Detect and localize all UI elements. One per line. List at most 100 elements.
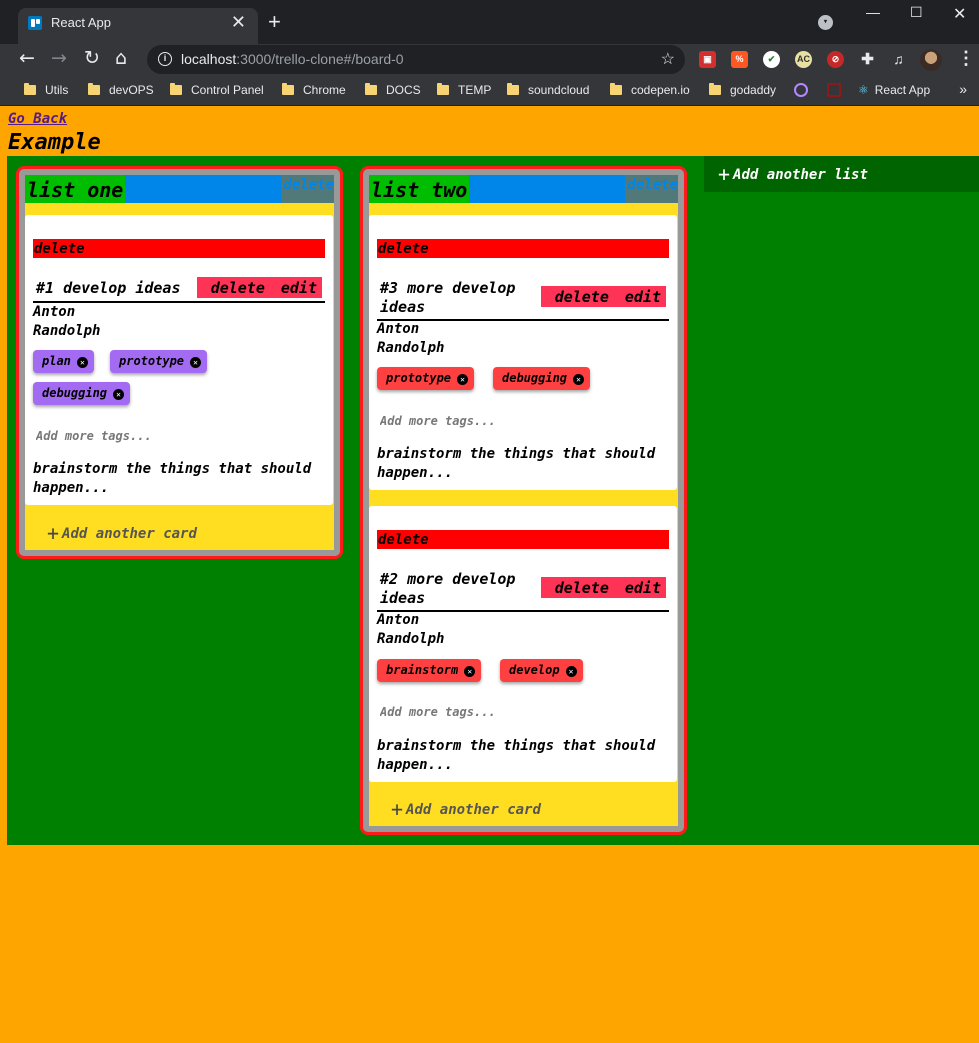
code-ext-icon[interactable]: %: [731, 51, 748, 68]
card-action-delete-button[interactable]: delete: [211, 279, 265, 297]
folder-icon: [365, 83, 377, 95]
card-title-line: ideas: [380, 589, 426, 607]
card-description-line: brainstorm the things that should: [377, 738, 656, 754]
reload-icon[interactable]: ↻: [84, 47, 100, 69]
shield-ext-icon[interactable]: ▣: [699, 51, 716, 68]
card-action-delete-button[interactable]: delete: [555, 288, 609, 306]
plus-icon: +: [47, 521, 60, 545]
list-title[interactable]: list one: [25, 175, 126, 203]
remove-tag-icon[interactable]: ✕: [565, 666, 577, 677]
bookmark-soundcloud[interactable]: soundcloud: [507, 83, 589, 97]
bookmark-godaddy[interactable]: godaddy: [709, 83, 776, 97]
folder-icon: [88, 83, 100, 95]
card-delete-button[interactable]: delete: [377, 239, 669, 258]
list-body: list two delete delete #3 more develop i…: [369, 175, 678, 826]
bookmark-docs[interactable]: DOCS: [365, 83, 421, 97]
bookmarks-bar: Utils devOPS Control Panel Chrome DOCS T…: [0, 76, 979, 106]
card-actions: delete edit: [540, 577, 666, 598]
bookmark-devops[interactable]: devOPS: [88, 83, 154, 97]
puzzle-icon[interactable]: ✚: [859, 51, 876, 68]
home-icon[interactable]: ⌂: [115, 47, 127, 69]
card-title-line: #2 more develop: [380, 570, 516, 588]
card-action-edit-button[interactable]: edit: [281, 279, 317, 297]
red-square-bookmark-icon[interactable]: [827, 83, 841, 97]
remove-tag-icon[interactable]: ✕: [76, 357, 88, 368]
color-ext-icon[interactable]: ✔: [763, 51, 780, 68]
ring-bookmark-icon[interactable]: [794, 83, 808, 97]
tag: debugging ✕: [493, 367, 591, 390]
card-title: #1 develop ideas: [36, 279, 181, 297]
blocker-ext-icon[interactable]: ⊘: [827, 51, 844, 68]
card[interactable]: delete #2 more develop ideas delete edit …: [369, 506, 677, 782]
remove-tag-icon[interactable]: ✕: [573, 374, 585, 385]
address-bar[interactable]: i localhost:3000/trello-clone#/board-0 ☆: [147, 45, 685, 74]
card-delete-button[interactable]: delete: [33, 239, 325, 258]
tab-search-icon[interactable]: ▾: [818, 15, 833, 30]
bookmark-temp[interactable]: TEMP: [437, 83, 491, 97]
tag: brainstorm ✕: [377, 659, 482, 682]
browser-menu-icon[interactable]: ⋮: [957, 48, 975, 69]
new-tab-button[interactable]: +: [268, 9, 281, 35]
add-tags-input[interactable]: [36, 429, 236, 443]
bookmark-chrome[interactable]: Chrome: [282, 83, 346, 97]
profile-avatar[interactable]: [920, 49, 942, 71]
list-title[interactable]: list two: [369, 175, 470, 203]
back-icon[interactable]: ←: [19, 47, 35, 69]
close-window-icon[interactable]: ✕: [953, 4, 966, 24]
media-icon[interactable]: ♫: [890, 51, 907, 68]
list-two: list two delete delete #3 more develop i…: [360, 166, 687, 835]
card[interactable]: delete #1 develop ideas delete edit Anton…: [25, 215, 333, 505]
list-delete-button[interactable]: delete: [625, 175, 678, 203]
bookmark-control-panel[interactable]: Control Panel: [170, 83, 264, 97]
browser-tab[interactable]: React App ✕: [18, 8, 258, 44]
card-owner-last: Randolph: [377, 631, 445, 647]
folder-icon: [437, 83, 449, 95]
tab-close-icon[interactable]: ✕: [231, 12, 246, 33]
card-owner-first: Anton: [33, 304, 76, 320]
card-owner-last: Randolph: [33, 323, 101, 339]
list-delete-button[interactable]: delete: [281, 175, 334, 203]
tag: develop ✕: [500, 659, 583, 682]
add-list-button[interactable]: + Add another list: [704, 156, 979, 192]
ac-ext-icon[interactable]: AC: [795, 51, 812, 68]
card-action-edit-button[interactable]: edit: [625, 579, 661, 597]
card-delete-button[interactable]: delete: [377, 530, 669, 549]
card-owner-first: Anton: [377, 321, 420, 337]
folder-icon: [610, 83, 622, 95]
list-header: list two delete: [369, 175, 678, 203]
plus-icon: +: [718, 162, 731, 186]
bookmarks-more-icon[interactable]: »: [959, 81, 967, 97]
list-one: list one delete delete #1 develop ideas …: [16, 166, 343, 559]
card-owner-last: Randolph: [377, 340, 445, 356]
add-card-button[interactable]: + Add another card: [391, 797, 541, 821]
minimize-icon[interactable]: —: [866, 4, 880, 20]
remove-tag-icon[interactable]: ✕: [464, 666, 476, 677]
card-action-edit-button[interactable]: edit: [625, 288, 661, 306]
bookmark-react-app[interactable]: ⚛ React App: [858, 83, 930, 97]
tag: plan ✕: [33, 350, 94, 373]
board: list one delete delete #1 develop ideas …: [7, 156, 979, 845]
card-action-delete-button[interactable]: delete: [555, 579, 609, 597]
browser-toolbar: ← → ↻ ⌂ i localhost:3000/trello-clone#/b…: [0, 44, 979, 76]
bookmark-star-icon[interactable]: ☆: [661, 49, 675, 69]
browser-titlebar: React App ✕ + ▾ — ☐ ✕: [0, 0, 979, 44]
card[interactable]: delete #3 more develop ideas delete edit …: [369, 215, 677, 490]
remove-tag-icon[interactable]: ✕: [457, 374, 469, 385]
remove-tag-icon[interactable]: ✕: [190, 357, 202, 368]
react-icon: ⚛: [858, 83, 869, 97]
add-tags-input[interactable]: [380, 414, 580, 428]
go-back-link[interactable]: Go Back: [8, 111, 67, 127]
folder-icon: [709, 83, 721, 95]
remove-tag-icon[interactable]: ✕: [113, 389, 125, 400]
card-description-line: brainstorm the things that should: [33, 461, 312, 477]
card-actions: delete edit: [196, 277, 322, 298]
card-header: #3 more develop ideas delete edit: [377, 276, 669, 321]
bookmark-utils[interactable]: Utils: [24, 83, 68, 97]
add-tags-input[interactable]: [380, 705, 580, 719]
bookmark-codepen[interactable]: codepen.io: [610, 83, 690, 97]
maximize-icon[interactable]: ☐: [910, 4, 923, 21]
add-card-button[interactable]: + Add another card: [47, 521, 197, 545]
trello-favicon-icon: [28, 16, 42, 30]
forward-icon[interactable]: →: [51, 47, 67, 69]
site-info-icon[interactable]: i: [158, 52, 172, 66]
